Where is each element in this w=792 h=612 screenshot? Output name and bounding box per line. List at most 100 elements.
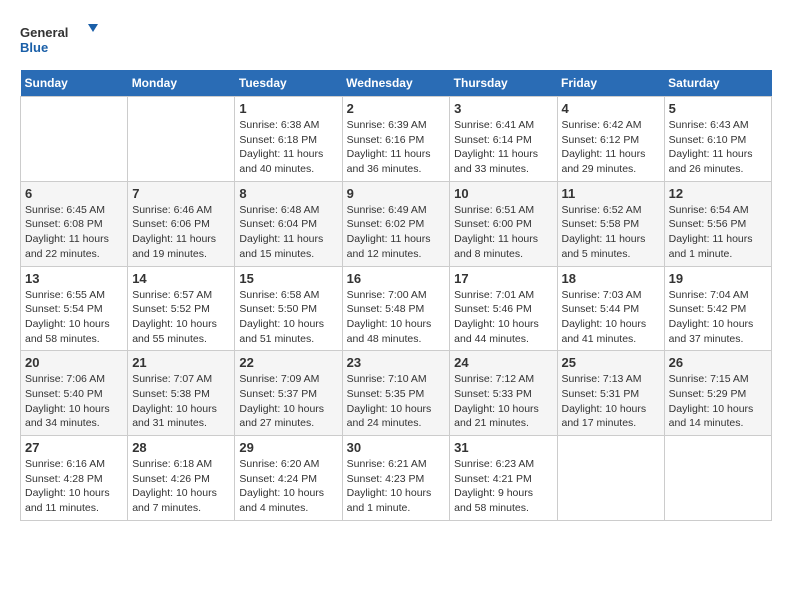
calendar-cell: 25 Sunrise: 7:13 AMSunset: 5:31 PMDayligh… [557, 351, 664, 436]
day-number: 7 [132, 186, 230, 201]
week-row-2: 6 Sunrise: 6:45 AMSunset: 6:08 PMDaylight… [21, 181, 772, 266]
day-number: 31 [454, 440, 552, 455]
day-info: Sunrise: 6:45 AMSunset: 6:08 PMDaylight:… [25, 203, 123, 262]
calendar-cell: 29 Sunrise: 6:20 AMSunset: 4:24 PMDayligh… [235, 436, 342, 521]
week-row-5: 27Sunrise: 6:16 AMSunset: 4:28 PMDayligh… [21, 436, 772, 521]
day-info: Sunrise: 6:42 AMSunset: 6:12 PMDaylight:… [562, 118, 660, 177]
calendar-cell: 22 Sunrise: 7:09 AMSunset: 5:37 PMDayligh… [235, 351, 342, 436]
svg-text:General: General [20, 25, 68, 40]
day-number: 22 [239, 355, 337, 370]
calendar-cell: 16Sunrise: 7:00 AMSunset: 5:48 PMDayligh… [342, 266, 450, 351]
calendar-cell: 6 Sunrise: 6:45 AMSunset: 6:08 PMDaylight… [21, 181, 128, 266]
day-number: 13 [25, 271, 123, 286]
calendar-cell: 3Sunrise: 6:41 AMSunset: 6:14 PMDaylight… [450, 97, 557, 182]
day-number: 17 [454, 271, 552, 286]
day-info: Sunrise: 6:20 AMSunset: 4:24 PMDaylight:… [239, 457, 337, 516]
day-number: 26 [669, 355, 767, 370]
calendar-cell: 28 Sunrise: 6:18 AMSunset: 4:26 PMDayligh… [128, 436, 235, 521]
day-number: 18 [562, 271, 660, 286]
day-number: 11 [562, 186, 660, 201]
header-row: SundayMondayTuesdayWednesdayThursdayFrid… [21, 70, 772, 97]
week-row-1: 1 Sunrise: 6:38 AMSunset: 6:18 PMDaylight… [21, 97, 772, 182]
logo: General Blue [20, 20, 100, 60]
calendar-cell: 4 Sunrise: 6:42 AMSunset: 6:12 PMDaylight… [557, 97, 664, 182]
weekday-header-monday: Monday [128, 70, 235, 97]
calendar-cell: 8 Sunrise: 6:48 AMSunset: 6:04 PMDaylight… [235, 181, 342, 266]
calendar-cell [664, 436, 771, 521]
day-info: Sunrise: 6:51 AMSunset: 6:00 PMDaylight:… [454, 203, 552, 262]
calendar-cell: 14Sunrise: 6:57 AMSunset: 5:52 PMDayligh… [128, 266, 235, 351]
calendar-cell [557, 436, 664, 521]
weekday-header-saturday: Saturday [664, 70, 771, 97]
calendar-cell: 2 Sunrise: 6:39 AMSunset: 6:16 PMDaylight… [342, 97, 450, 182]
calendar-cell: 12 Sunrise: 6:54 AMSunset: 5:56 PMDayligh… [664, 181, 771, 266]
day-info: Sunrise: 6:16 AMSunset: 4:28 PMDaylight:… [25, 457, 123, 516]
calendar-cell: 13Sunrise: 6:55 AMSunset: 5:54 PMDayligh… [21, 266, 128, 351]
day-info: Sunrise: 6:57 AMSunset: 5:52 PMDaylight:… [132, 288, 230, 347]
day-info: Sunrise: 7:13 AMSunset: 5:31 PMDaylight:… [562, 372, 660, 431]
day-info: Sunrise: 7:09 AMSunset: 5:37 PMDaylight:… [239, 372, 337, 431]
day-number: 12 [669, 186, 767, 201]
day-number: 6 [25, 186, 123, 201]
day-info: Sunrise: 6:58 AMSunset: 5:50 PMDaylight:… [239, 288, 337, 347]
day-info: Sunrise: 7:01 AMSunset: 5:46 PMDaylight:… [454, 288, 552, 347]
calendar-cell: 30 Sunrise: 6:21 AMSunset: 4:23 PMDayligh… [342, 436, 450, 521]
day-info: Sunrise: 7:10 AMSunset: 5:35 PMDaylight:… [347, 372, 446, 431]
day-info: Sunrise: 7:07 AMSunset: 5:38 PMDaylight:… [132, 372, 230, 431]
day-info: Sunrise: 6:52 AMSunset: 5:58 PMDaylight:… [562, 203, 660, 262]
day-number: 19 [669, 271, 767, 286]
logo-svg: General Blue [20, 20, 100, 60]
day-info: Sunrise: 7:03 AMSunset: 5:44 PMDaylight:… [562, 288, 660, 347]
day-info: Sunrise: 6:21 AMSunset: 4:23 PMDaylight:… [347, 457, 446, 516]
day-number: 24 [454, 355, 552, 370]
week-row-3: 13Sunrise: 6:55 AMSunset: 5:54 PMDayligh… [21, 266, 772, 351]
day-number: 29 [239, 440, 337, 455]
day-number: 10 [454, 186, 552, 201]
day-info: Sunrise: 6:39 AMSunset: 6:16 PMDaylight:… [347, 118, 446, 177]
calendar-cell: 18 Sunrise: 7:03 AMSunset: 5:44 PMDayligh… [557, 266, 664, 351]
calendar-cell: 21 Sunrise: 7:07 AMSunset: 5:38 PMDayligh… [128, 351, 235, 436]
day-number: 20 [25, 355, 123, 370]
day-number: 28 [132, 440, 230, 455]
day-number: 1 [239, 101, 337, 116]
calendar-cell: 23 Sunrise: 7:10 AMSunset: 5:35 PMDayligh… [342, 351, 450, 436]
day-info: Sunrise: 7:15 AMSunset: 5:29 PMDaylight:… [669, 372, 767, 431]
calendar-cell: 1 Sunrise: 6:38 AMSunset: 6:18 PMDaylight… [235, 97, 342, 182]
day-number: 25 [562, 355, 660, 370]
weekday-header-thursday: Thursday [450, 70, 557, 97]
calendar-cell: 11 Sunrise: 6:52 AMSunset: 5:58 PMDayligh… [557, 181, 664, 266]
calendar-cell: 10 Sunrise: 6:51 AMSunset: 6:00 PMDayligh… [450, 181, 557, 266]
weekday-header-wednesday: Wednesday [342, 70, 450, 97]
calendar-cell: 27Sunrise: 6:16 AMSunset: 4:28 PMDayligh… [21, 436, 128, 521]
calendar-cell: 9Sunrise: 6:49 AMSunset: 6:02 PMDaylight… [342, 181, 450, 266]
day-info: Sunrise: 7:06 AMSunset: 5:40 PMDaylight:… [25, 372, 123, 431]
weekday-header-sunday: Sunday [21, 70, 128, 97]
day-info: Sunrise: 7:12 AMSunset: 5:33 PMDaylight:… [454, 372, 552, 431]
page-header: General Blue [20, 20, 772, 60]
day-info: Sunrise: 6:23 AMSunset: 4:21 PMDaylight:… [454, 457, 552, 516]
day-info: Sunrise: 6:54 AMSunset: 5:56 PMDaylight:… [669, 203, 767, 262]
calendar-cell [128, 97, 235, 182]
day-number: 30 [347, 440, 446, 455]
svg-text:Blue: Blue [20, 40, 48, 55]
day-number: 4 [562, 101, 660, 116]
calendar-cell: 15Sunrise: 6:58 AMSunset: 5:50 PMDayligh… [235, 266, 342, 351]
day-number: 5 [669, 101, 767, 116]
day-number: 2 [347, 101, 446, 116]
day-number: 21 [132, 355, 230, 370]
day-info: Sunrise: 6:48 AMSunset: 6:04 PMDaylight:… [239, 203, 337, 262]
day-info: Sunrise: 6:46 AMSunset: 6:06 PMDaylight:… [132, 203, 230, 262]
calendar-cell: 20 Sunrise: 7:06 AMSunset: 5:40 PMDayligh… [21, 351, 128, 436]
day-info: Sunrise: 6:18 AMSunset: 4:26 PMDaylight:… [132, 457, 230, 516]
calendar-cell: 31 Sunrise: 6:23 AMSunset: 4:21 PMDayligh… [450, 436, 557, 521]
week-row-4: 20 Sunrise: 7:06 AMSunset: 5:40 PMDayligh… [21, 351, 772, 436]
day-number: 23 [347, 355, 446, 370]
day-info: Sunrise: 6:41 AMSunset: 6:14 PMDaylight:… [454, 118, 552, 177]
day-info: Sunrise: 7:00 AMSunset: 5:48 PMDaylight:… [347, 288, 446, 347]
day-info: Sunrise: 7:04 AMSunset: 5:42 PMDaylight:… [669, 288, 767, 347]
day-info: Sunrise: 6:38 AMSunset: 6:18 PMDaylight:… [239, 118, 337, 177]
calendar-cell: 26 Sunrise: 7:15 AMSunset: 5:29 PMDayligh… [664, 351, 771, 436]
calendar-cell: 17 Sunrise: 7:01 AMSunset: 5:46 PMDayligh… [450, 266, 557, 351]
day-number: 8 [239, 186, 337, 201]
day-info: Sunrise: 6:43 AMSunset: 6:10 PMDaylight:… [669, 118, 767, 177]
